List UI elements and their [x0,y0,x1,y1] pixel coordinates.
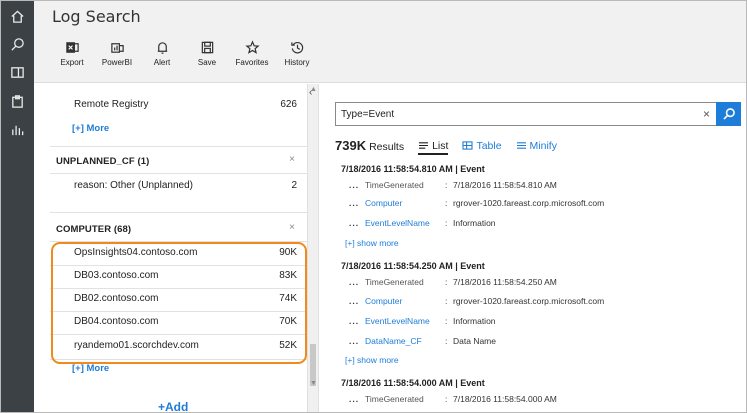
minify-icon [516,142,526,149]
more-link[interactable]: [+] More [72,363,109,374]
event-header: 7/18/2016 11:58:54.250 AM | Event [341,261,485,271]
results-label: Results [369,141,405,153]
export-button[interactable]: Export [52,40,92,67]
clear-search-icon[interactable]: × [703,107,710,121]
history-button[interactable]: History [277,40,317,67]
filter-item[interactable]: Remote Registry 626 [34,94,307,116]
powerbi-button[interactable]: PowerBI [97,40,137,67]
collapse-panel-icon[interactable]: ‹ [309,87,312,98]
search-input[interactable] [336,103,676,125]
filter-scrollbar[interactable]: ▲ ▼ [307,84,319,412]
page-title: Log Search [52,7,141,26]
search-icon [722,108,735,120]
show-more-link[interactable]: [+] show more [345,238,399,248]
left-nav-rail [1,1,34,412]
results-count: 739K [335,138,367,153]
highlight-outline [51,242,307,364]
star-icon [244,40,260,54]
results-bar: 739K Results List Table Minify [335,138,557,155]
search-icon[interactable] [1,33,34,55]
group-title-computer: COMPUTER (68) [56,224,132,235]
close-icon[interactable]: × [289,154,295,165]
add-filter-button[interactable]: +Add [158,400,188,412]
event-header: 7/18/2016 11:58:54.810 AM | Event [341,164,485,174]
more-link[interactable]: [+] More [72,123,109,134]
layout-icon[interactable] [1,61,34,83]
divider [50,146,307,147]
page-header: Log Search Export PowerBI Alert Save Fav… [34,1,746,83]
tab-minify[interactable]: Minify [516,140,557,152]
scroll-down-icon[interactable]: ▼ [310,380,317,387]
group-title-unplanned: UNPLANNED_CF (1) [56,156,150,167]
alert-button[interactable]: Alert [142,40,182,67]
clipboard-icon[interactable] [1,90,34,112]
bell-icon [157,42,167,54]
excel-icon [65,42,79,53]
bar-chart-icon[interactable] [1,118,34,140]
filter-item[interactable]: reason: Other (Unplanned) 2 [34,175,307,197]
results-panel: × 739K Results List Table Minify 7/18/20… [319,84,746,412]
tab-table[interactable]: Table [462,140,502,152]
list-icon [419,142,429,149]
favorites-button[interactable]: Favorites [232,40,272,67]
show-more-link[interactable]: [+] show more [345,355,399,365]
home-icon[interactable] [1,5,34,27]
table-icon [462,141,473,150]
close-icon[interactable]: × [289,222,295,233]
search-button[interactable] [716,102,741,126]
event-header: 7/18/2016 11:58:54.000 AM | Event [341,378,485,388]
history-icon [290,41,303,54]
search-box: × [335,102,717,126]
log-search-window: Log Search Export PowerBI Alert Save Fav… [0,0,747,413]
powerbi-icon [110,43,124,53]
divider [50,173,307,174]
save-button[interactable]: Save [187,40,227,67]
save-icon [201,41,213,54]
divider [50,212,307,213]
tab-list[interactable]: List [418,140,449,155]
